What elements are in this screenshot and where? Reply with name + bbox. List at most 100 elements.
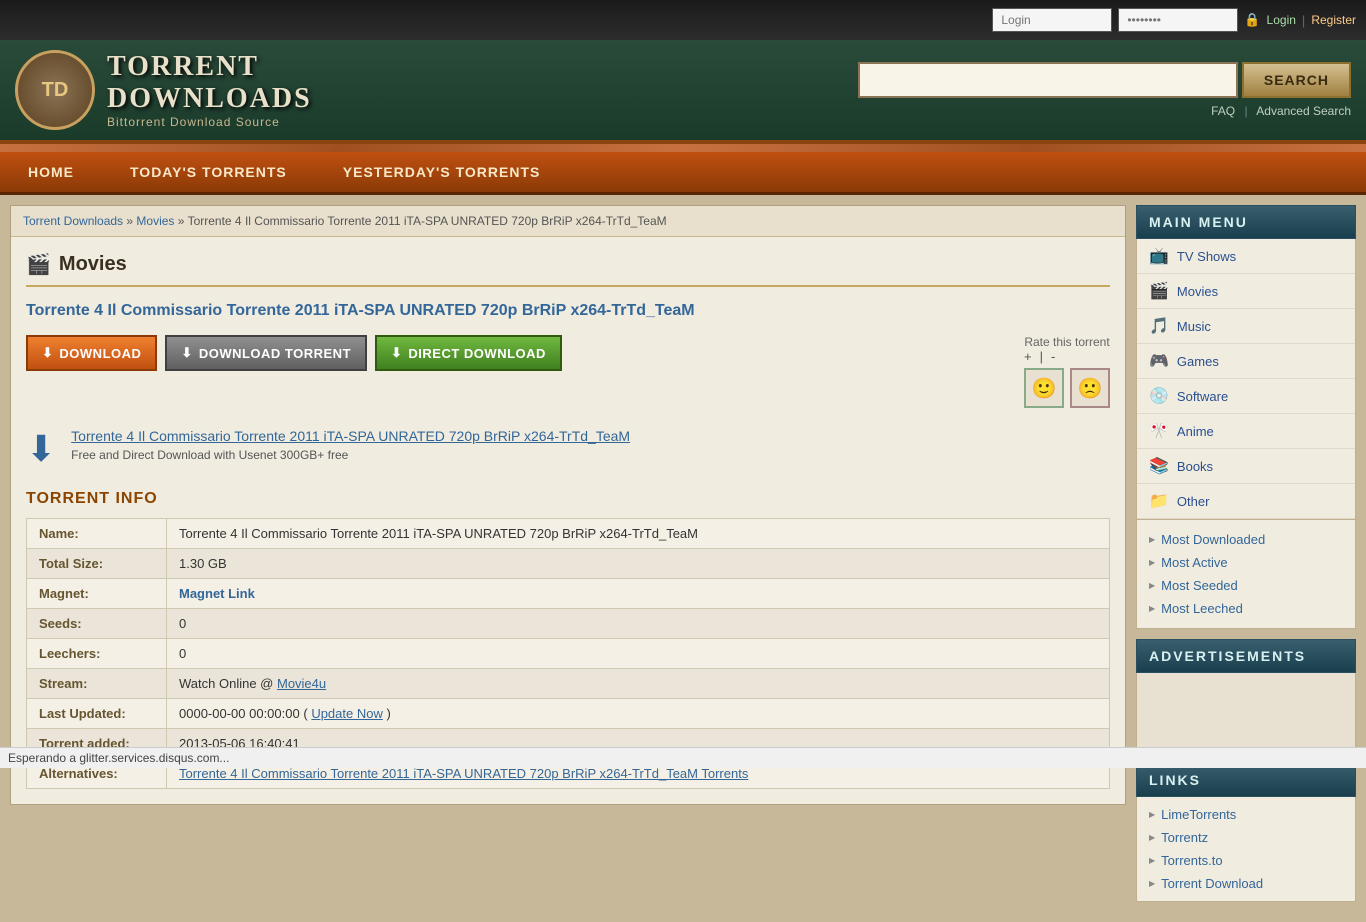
sidebar-main-menu: MAIN MENU 📺 TV Shows 🎬 Movies 🎵 Music 🎮 … bbox=[1136, 205, 1356, 629]
advanced-search-link[interactable]: Advanced Search bbox=[1256, 104, 1351, 118]
leather-divider bbox=[0, 144, 1366, 152]
link-torrent-download[interactable]: Torrent Download bbox=[1149, 872, 1343, 895]
updated-value: 0000-00-00 00:00:00 ( Update Now ) bbox=[167, 699, 1110, 729]
breadcrumb-home[interactable]: Torrent Downloads bbox=[23, 214, 123, 228]
games-icon: 🎮 bbox=[1149, 351, 1169, 371]
logo-text: TORRENT DOWNLOADS Bittorrent Download So… bbox=[107, 51, 312, 129]
sidebar-most-seeded[interactable]: Most Seeded bbox=[1149, 574, 1343, 597]
sidebar-most-leeched[interactable]: Most Leeched bbox=[1149, 597, 1343, 620]
rate-label: Rate this torrent bbox=[1024, 335, 1110, 349]
torrent-title: Torrente 4 Il Commissario Torrente 2011 … bbox=[26, 302, 1110, 320]
name-value: Torrente 4 Il Commissario Torrente 2011 … bbox=[167, 519, 1110, 549]
direct-icon: ⬇ bbox=[391, 345, 402, 361]
search-area: SEARCH FAQ | Advanced Search bbox=[858, 62, 1351, 118]
download-icon: ⬇ bbox=[42, 345, 53, 361]
sidebar-ads-header: ADVERTISEMENTS bbox=[1136, 639, 1356, 673]
sidebar-label-movies: Movies bbox=[1177, 284, 1218, 299]
sidebar-item-books[interactable]: 📚 Books bbox=[1137, 449, 1355, 484]
table-row: Magnet: Magnet Link bbox=[27, 579, 1110, 609]
magnet-link[interactable]: Magnet Link bbox=[179, 586, 255, 601]
sidebar-label-books: Books bbox=[1177, 459, 1213, 474]
search-input[interactable] bbox=[858, 62, 1238, 98]
top-bar: 🔒 Login | Register bbox=[0, 0, 1366, 40]
rate-sep: | bbox=[1040, 349, 1043, 364]
rate-section: Rate this torrent + | - 🙂 🙁 bbox=[1024, 335, 1110, 408]
table-row: Leechers: 0 bbox=[27, 639, 1110, 669]
search-row: SEARCH bbox=[858, 62, 1351, 98]
nav-home[interactable]: HOME bbox=[0, 152, 102, 192]
logo-area: TD TORRENT DOWNLOADS Bittorrent Download… bbox=[15, 50, 312, 130]
download-torrent-button[interactable]: ⬇ DOWNLOAD TORRENT bbox=[165, 335, 367, 371]
status-bar: Esperando a glitter.services.disqus.com.… bbox=[0, 747, 1366, 768]
table-row: Stream: Watch Online @ Movie4u bbox=[27, 669, 1110, 699]
link-torrentz[interactable]: Torrentz bbox=[1149, 826, 1343, 849]
page-title-row: 🎬 Movies bbox=[26, 252, 1110, 287]
sidebar-sub-section: Most Downloaded Most Active Most Seeded … bbox=[1136, 520, 1356, 629]
magnet-value: Magnet Link bbox=[167, 579, 1110, 609]
rate-row: + | - bbox=[1024, 349, 1110, 364]
search-links: FAQ | Advanced Search bbox=[1211, 104, 1351, 118]
stream-link[interactable]: Movie4u bbox=[277, 676, 326, 691]
size-value: 1.30 GB bbox=[167, 549, 1110, 579]
table-row: Last Updated: 0000-00-00 00:00:00 ( Upda… bbox=[27, 699, 1110, 729]
sidebar-item-anime[interactable]: 🎌 Anime bbox=[1137, 414, 1355, 449]
site-title-line2: DOWNLOADS bbox=[107, 83, 312, 115]
login-button[interactable]: Login bbox=[1267, 13, 1296, 27]
other-icon: 📁 bbox=[1149, 491, 1169, 511]
sidebar-most-active[interactable]: Most Active bbox=[1149, 551, 1343, 574]
software-icon: 💿 bbox=[1149, 386, 1169, 406]
direct-download-button[interactable]: ⬇ DIRECT DOWNLOAD bbox=[375, 335, 562, 371]
magnet-label: Magnet: bbox=[27, 579, 167, 609]
breadcrumb-current: Torrente 4 Il Commissario Torrente 2011 … bbox=[188, 214, 667, 228]
faq-link[interactable]: FAQ bbox=[1211, 104, 1235, 118]
usenet-section: ⬇ Torrente 4 Il Commissario Torrente 201… bbox=[26, 428, 1110, 470]
updated-label: Last Updated: bbox=[27, 699, 167, 729]
leechers-value: 0 bbox=[167, 639, 1110, 669]
password-input[interactable] bbox=[1118, 8, 1238, 32]
sidebar-ads-body bbox=[1136, 673, 1356, 753]
link-torrents-to[interactable]: Torrents.to bbox=[1149, 849, 1343, 872]
page-title: Movies bbox=[59, 253, 127, 276]
nav-bar: HOME TODAY'S TORRENTS YESTERDAY'S TORREN… bbox=[0, 152, 1366, 195]
rate-plus: + bbox=[1024, 349, 1032, 364]
sidebar: MAIN MENU 📺 TV Shows 🎬 Movies 🎵 Music 🎮 … bbox=[1136, 205, 1356, 912]
search-button[interactable]: SEARCH bbox=[1242, 62, 1351, 98]
seeds-label: Seeds: bbox=[27, 609, 167, 639]
sidebar-label-other: Other bbox=[1177, 494, 1210, 509]
sidebar-item-other[interactable]: 📁 Other bbox=[1137, 484, 1355, 519]
sidebar-item-tvshows[interactable]: 📺 TV Shows bbox=[1137, 239, 1355, 274]
content-wrapper: Torrent Downloads » Movies » Torrente 4 … bbox=[0, 195, 1366, 922]
site-subtitle: Bittorrent Download Source bbox=[107, 115, 312, 129]
table-row: Total Size: 1.30 GB bbox=[27, 549, 1110, 579]
music-icon: 🎵 bbox=[1149, 316, 1169, 336]
main-content: Torrent Downloads » Movies » Torrente 4 … bbox=[10, 205, 1126, 805]
register-button[interactable]: Register bbox=[1311, 13, 1356, 27]
breadcrumb-movies[interactable]: Movies bbox=[136, 214, 174, 228]
seeds-value: 0 bbox=[167, 609, 1110, 639]
usenet-text: Free and Direct Download with Usenet 300… bbox=[71, 448, 630, 462]
table-row: Name: Torrente 4 Il Commissario Torrente… bbox=[27, 519, 1110, 549]
download-arrow-icon: ⬇ bbox=[26, 428, 56, 470]
nav-yesterdays[interactable]: YESTERDAY'S TORRENTS bbox=[315, 152, 569, 192]
sidebar-main-menu-body: 📺 TV Shows 🎬 Movies 🎵 Music 🎮 Games 💿 bbox=[1136, 239, 1356, 520]
rate-sad-button[interactable]: 🙁 bbox=[1070, 368, 1110, 408]
sidebar-most-downloaded[interactable]: Most Downloaded bbox=[1149, 528, 1343, 551]
download-button[interactable]: ⬇ DOWNLOAD bbox=[26, 335, 157, 371]
update-now-link[interactable]: Update Now bbox=[311, 706, 383, 721]
books-icon: 📚 bbox=[1149, 456, 1169, 476]
sidebar-label-tvshows: TV Shows bbox=[1177, 249, 1236, 264]
sidebar-label-anime: Anime bbox=[1177, 424, 1214, 439]
usenet-link[interactable]: Torrente 4 Il Commissario Torrente 2011 … bbox=[71, 428, 630, 444]
sidebar-item-software[interactable]: 💿 Software bbox=[1137, 379, 1355, 414]
sidebar-item-music[interactable]: 🎵 Music bbox=[1137, 309, 1355, 344]
login-input[interactable] bbox=[992, 8, 1112, 32]
tv-icon: 📺 bbox=[1149, 246, 1169, 266]
sidebar-item-movies[interactable]: 🎬 Movies bbox=[1137, 274, 1355, 309]
alt-link[interactable]: Torrente 4 Il Commissario Torrente 2011 … bbox=[179, 766, 748, 781]
sidebar-item-games[interactable]: 🎮 Games bbox=[1137, 344, 1355, 379]
rate-happy-button[interactable]: 🙂 bbox=[1024, 368, 1064, 408]
link-limetorrents[interactable]: LimeTorrents bbox=[1149, 803, 1343, 826]
sidebar-links-body: LimeTorrents Torrentz Torrents.to Torren… bbox=[1136, 797, 1356, 902]
sidebar-label-music: Music bbox=[1177, 319, 1211, 334]
nav-todays[interactable]: TODAY'S TORRENTS bbox=[102, 152, 315, 192]
